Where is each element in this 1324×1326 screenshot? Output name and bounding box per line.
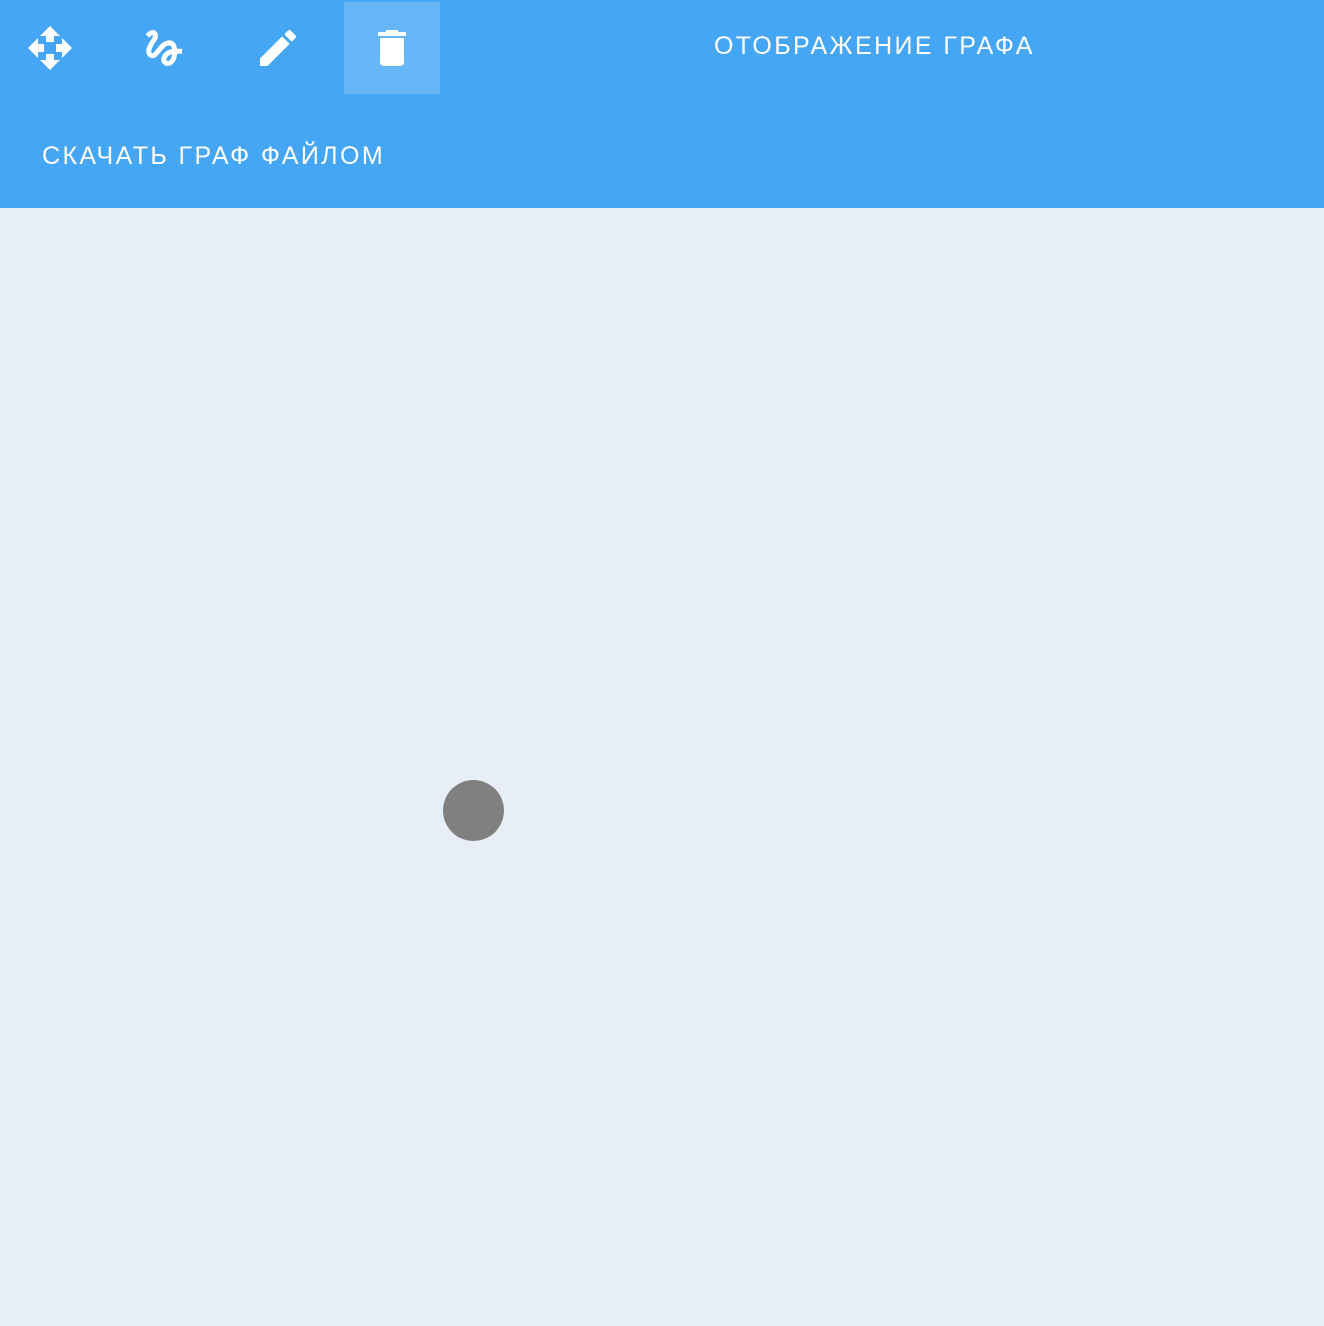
move-icon [28, 26, 72, 70]
graph-vertex[interactable] [443, 780, 504, 841]
pencil-icon [260, 29, 297, 66]
move-tool-button[interactable] [2, 2, 98, 94]
toolbar: ОТОБРАЖЕНИЕ ГРАФА СКАЧАТЬ ГРАФ ФАЙЛОМ [0, 0, 1324, 208]
freehand-icon [145, 30, 182, 66]
delete-tool-button[interactable] [344, 2, 440, 94]
graph-view-tab[interactable]: ОТОБРАЖЕНИЕ ГРАФА [700, 24, 1049, 68]
draw-tool-button[interactable] [116, 2, 212, 94]
edit-tool-button[interactable] [230, 2, 326, 94]
graph-app: ОТОБРАЖЕНИЕ ГРАФА СКАЧАТЬ ГРАФ ФАЙЛОМ [0, 0, 1324, 1326]
graph-canvas[interactable] [0, 208, 1324, 1326]
download-graph-button[interactable]: СКАЧАТЬ ГРАФ ФАЙЛОМ [28, 134, 399, 178]
trash-icon [378, 30, 406, 66]
